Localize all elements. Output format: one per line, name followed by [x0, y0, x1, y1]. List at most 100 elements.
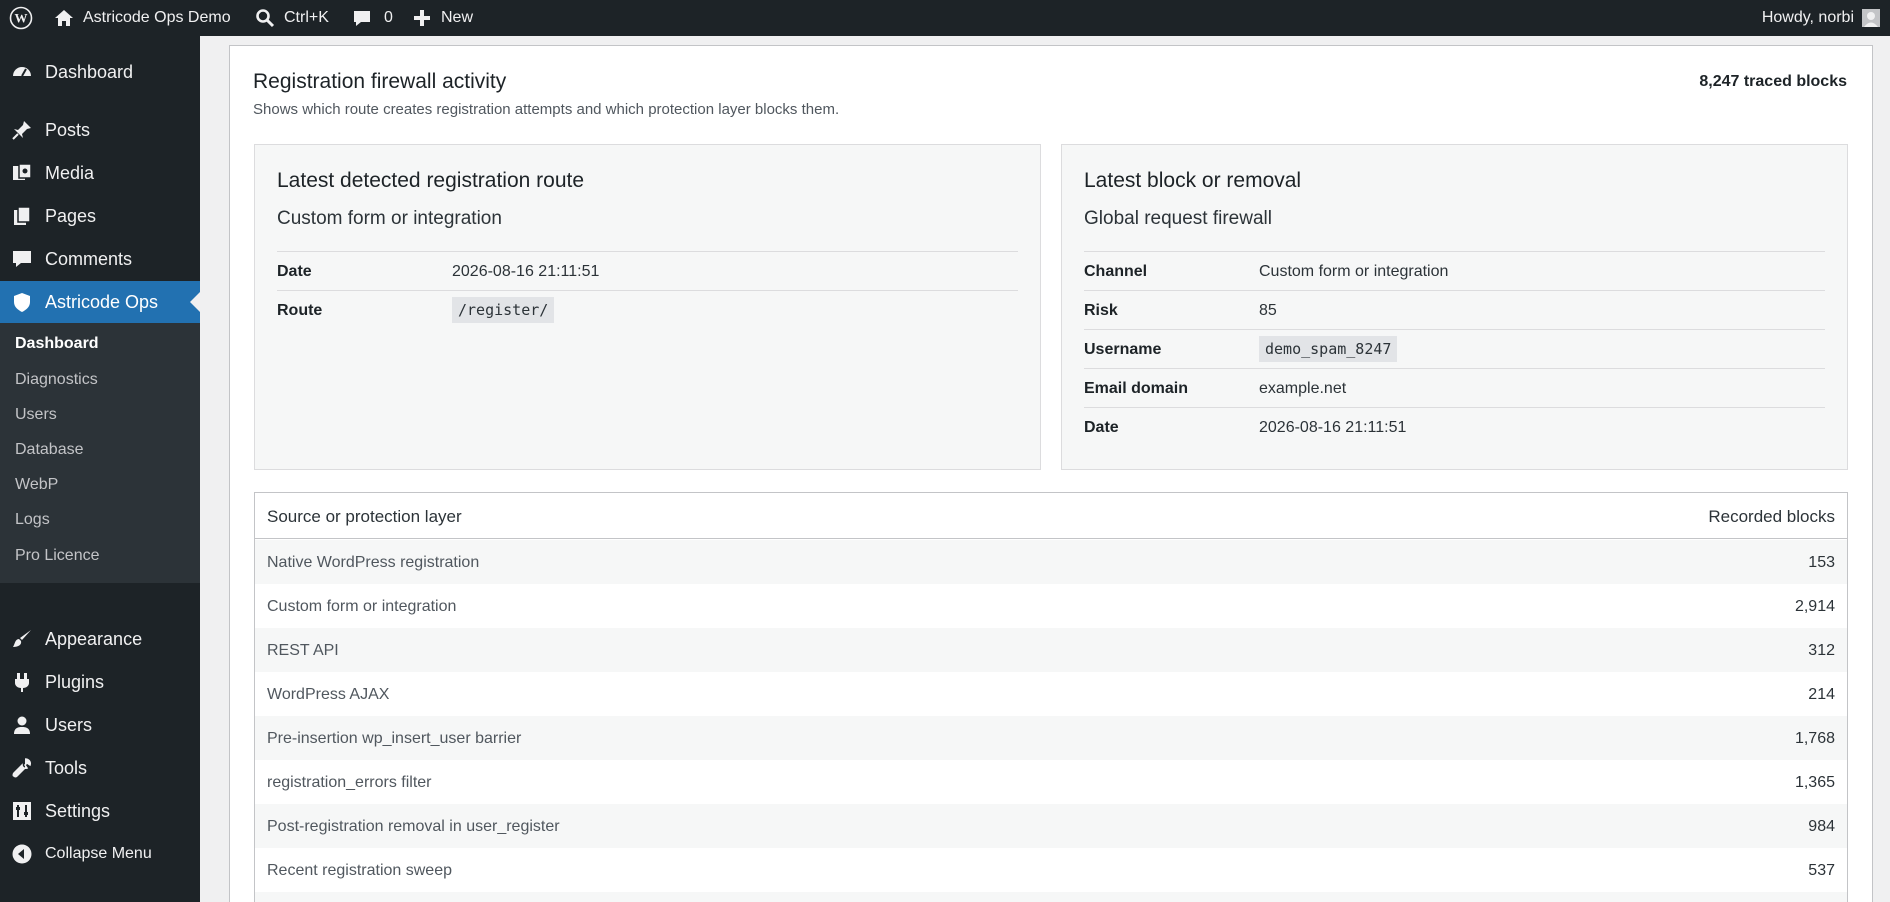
page-subtitle: Shows which route creates registration a…	[253, 101, 840, 118]
submenu-dashboard[interactable]: Dashboard	[15, 335, 99, 353]
kv-row: Channel Custom form or integration	[1084, 251, 1825, 290]
row-blocks: 984	[1808, 818, 1835, 835]
submenu-pro-licence[interactable]: Pro Licence	[15, 547, 100, 565]
astricode-ops-submenu: Dashboard Diagnostics Users Database Web…	[0, 323, 200, 583]
kv-key: Email domain	[1084, 380, 1189, 397]
kv-row: Date 2026-08-16 21:11:51	[1084, 407, 1825, 446]
kv-value: 2026-08-16 21:11:51	[1259, 419, 1407, 436]
pages-icon	[11, 205, 33, 227]
row-blocks: 1,365	[1794, 774, 1835, 791]
plug-icon	[11, 671, 33, 693]
kv-value: 85	[1259, 302, 1277, 319]
admin-sidebar: Dashboard Posts Media Pages Comments Ast…	[0, 36, 200, 902]
settings-icon	[11, 800, 33, 822]
username-code: demo_spam_8247	[1259, 336, 1398, 362]
submenu-webp[interactable]: WebP	[15, 476, 58, 494]
row-blocks: 312	[1808, 642, 1835, 659]
plus-icon	[413, 9, 431, 27]
menu-astricode-ops[interactable]: Astricode Ops	[0, 281, 200, 323]
row-blocks: 537	[1808, 862, 1835, 879]
kv-value: example.net	[1259, 380, 1347, 397]
kv-row: Date 2026-08-16 21:11:51	[277, 251, 1018, 290]
wordpress-logo-icon[interactable]: W	[9, 0, 33, 36]
table-row: registration_errors filter 1,365	[255, 760, 1847, 804]
avatar	[1862, 9, 1880, 27]
media-icon	[11, 162, 33, 184]
block-card-title: Latest block or removal	[1084, 169, 1302, 192]
howdy-text: Howdy, norbi	[1761, 9, 1854, 26]
home-icon	[54, 8, 74, 28]
table-row: WordPress AJAX 214	[255, 672, 1847, 716]
menu-posts[interactable]: Posts	[0, 109, 200, 151]
blocks-table: Source or protection layer Recorded bloc…	[254, 492, 1848, 902]
row-source: Post-registration removal in user_regist…	[267, 818, 560, 835]
table-row: Native WordPress registration 153	[255, 540, 1847, 584]
kv-key: Risk	[1084, 302, 1118, 319]
row-source: registration_errors filter	[267, 774, 432, 791]
kv-key: Channel	[1084, 263, 1148, 280]
comments-icon	[11, 248, 33, 270]
user-icon	[11, 714, 33, 736]
submenu-database[interactable]: Database	[15, 441, 84, 459]
admin-bar: W Astricode Ops Demo Ctrl+K 0 New Howdy,…	[0, 0, 1890, 36]
my-account-link[interactable]: Howdy, norbi	[1762, 0, 1880, 36]
row-blocks: 153	[1808, 554, 1835, 571]
new-content-link[interactable]: New	[413, 0, 473, 36]
kv-row: Risk 85	[1084, 290, 1825, 329]
kv-key: Route	[277, 302, 323, 319]
row-source: Custom form or integration	[267, 598, 457, 615]
menu-label: Tools	[45, 757, 88, 778]
site-name-link[interactable]: Astricode Ops Demo	[54, 0, 231, 36]
menu-label: Collapse Menu	[45, 845, 152, 862]
menu-settings[interactable]: Settings	[0, 790, 200, 832]
menu-collapse[interactable]: Collapse Menu	[0, 833, 200, 875]
row-source: Pre-insertion wp_insert_user barrier	[267, 730, 522, 747]
row-blocks: 2,914	[1794, 598, 1835, 615]
menu-plugins[interactable]: Plugins	[0, 661, 200, 703]
menu-comments[interactable]: Comments	[0, 238, 200, 280]
row-blocks: 1,768	[1794, 730, 1835, 747]
submenu-logs[interactable]: Logs	[15, 511, 50, 529]
svg-text:W: W	[15, 11, 28, 26]
column-header-blocks: Recorded blocks	[1708, 507, 1835, 526]
site-name: Astricode Ops Demo	[83, 9, 231, 26]
kv-row: Route /register/	[277, 290, 1018, 329]
search-link[interactable]: Ctrl+K	[255, 0, 329, 36]
traced-blocks-count: 8,247 traced blocks	[1699, 73, 1847, 90]
kv-key: Date	[1084, 419, 1119, 436]
row-source: Recent registration sweep	[267, 862, 452, 879]
row-source: WordPress AJAX	[267, 686, 390, 703]
menu-media[interactable]: Media	[0, 152, 200, 194]
table-row: Pre-insertion wp_insert_user barrier 1,7…	[255, 716, 1847, 760]
kv-key: Username	[1084, 341, 1162, 358]
route-code: /register/	[452, 297, 555, 323]
submenu-users[interactable]: Users	[15, 406, 57, 424]
menu-label: Comments	[45, 248, 133, 269]
kv-row: Email domain example.net	[1084, 368, 1825, 407]
menu-pages[interactable]: Pages	[0, 195, 200, 237]
kv-value: Custom form or integration	[1259, 263, 1449, 280]
page-title: Registration firewall activity	[253, 70, 507, 93]
menu-label: Users	[45, 714, 93, 735]
menu-dashboard[interactable]: Dashboard	[0, 51, 200, 93]
row-source: Native WordPress registration	[267, 554, 480, 571]
menu-users[interactable]: Users	[0, 704, 200, 746]
table-header: Source or protection layer Recorded bloc…	[255, 493, 1847, 539]
active-menu-arrow	[190, 292, 200, 312]
collapse-icon	[11, 843, 33, 865]
new-label: New	[441, 9, 474, 26]
table-row: Post-registration removal in user_regist…	[255, 804, 1847, 848]
menu-tools[interactable]: Tools	[0, 747, 200, 789]
menu-label: Pages	[45, 205, 97, 226]
search-icon	[255, 8, 275, 28]
submenu-diagnostics[interactable]: Diagnostics	[15, 371, 98, 389]
column-header-source: Source or protection layer	[267, 507, 462, 526]
block-card: Latest block or removal Global request f…	[1061, 144, 1848, 470]
comments-link[interactable]: 0	[352, 0, 393, 36]
pushpin-icon	[11, 119, 33, 141]
kv-key: Date	[277, 263, 312, 280]
row-source: REST API	[267, 642, 339, 659]
menu-appearance[interactable]: Appearance	[0, 618, 200, 660]
table-row: REST API 312	[255, 628, 1847, 672]
route-card: Latest detected registration route Custo…	[254, 144, 1041, 470]
